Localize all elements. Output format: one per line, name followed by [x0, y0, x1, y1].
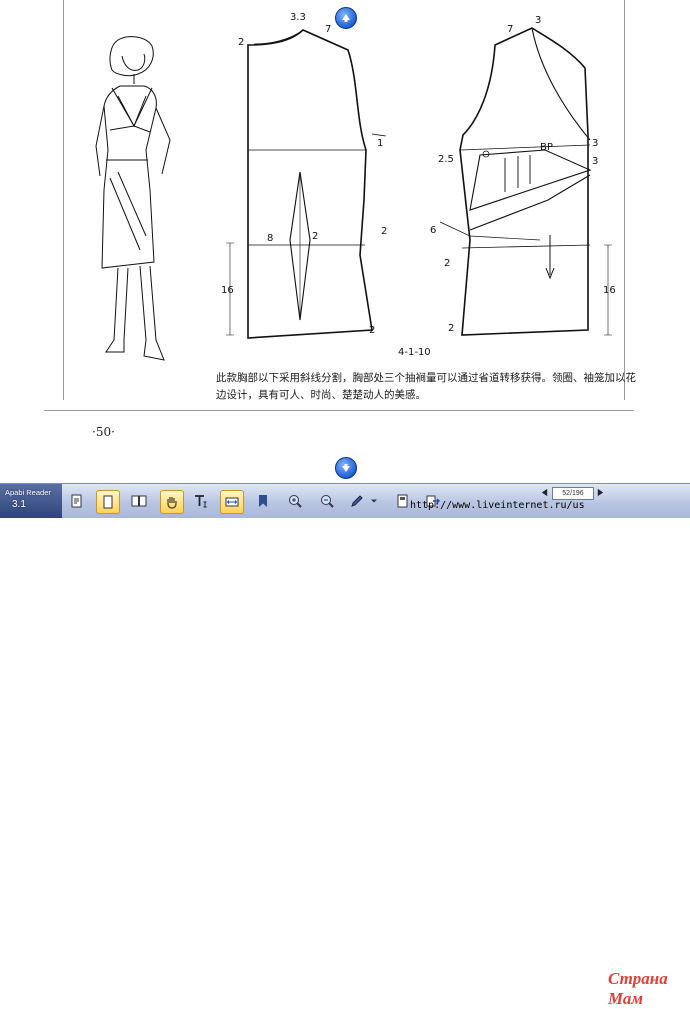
text-select-icon: [195, 495, 207, 508]
back-apex-top-label: 3: [592, 138, 599, 149]
front-neck-width-label: 3.3: [290, 12, 306, 23]
page-navigator: 52/196: [540, 487, 610, 500]
bookmark-button[interactable]: [252, 490, 274, 512]
url-text: http://www.liveinternet.ru/us: [410, 500, 585, 511]
back-side-label: 2: [444, 258, 451, 269]
front-side-label: 2: [381, 226, 388, 237]
open-file-icon: [71, 494, 82, 508]
front-shoulder-label: 7: [325, 24, 332, 35]
back-diagonal-label: 6: [430, 225, 437, 236]
document-page: 3.3 7 2 1 8 2 2 16 2 7 3 BP 3 3 2.5 6 2 …: [0, 0, 690, 483]
front-waist-left-label: 8: [267, 233, 274, 244]
zoom-out-button[interactable]: [316, 490, 338, 512]
arrow-down-icon: [342, 464, 350, 472]
hand-tool-icon: [167, 497, 177, 509]
pattern-illustration: [95, 27, 612, 361]
back-hem-label: 2: [448, 323, 455, 334]
two-page-icon: [131, 495, 147, 507]
back-shoulder-label: 7: [507, 24, 514, 35]
front-neck-drop-label: 2: [238, 37, 245, 48]
reader-toolbar: Apabi Reader 3.1 http://www.liveinternet…: [0, 483, 690, 1008]
page-field[interactable]: 52/196: [552, 487, 594, 500]
previous-page-icon[interactable]: [540, 488, 549, 497]
zoom-in-icon: [289, 495, 302, 508]
front-waist-dart-label: 2: [312, 231, 319, 242]
scroll-down-button[interactable]: [335, 457, 357, 479]
back-offset-label: 2.5: [438, 154, 454, 165]
fit-width-button[interactable]: [220, 490, 244, 514]
front-hem-label: 2: [369, 325, 376, 336]
right-pattern: [439, 27, 612, 336]
back-apex-bottom-label: 3: [592, 156, 599, 167]
site-watermark: Страна Мам: [608, 969, 668, 1008]
open-file-button[interactable]: [66, 490, 88, 512]
bookmark-icon: [259, 495, 267, 507]
app-name: Apabi Reader: [5, 488, 51, 497]
arrow-up-icon: [342, 14, 350, 22]
pen-icon: [351, 495, 363, 507]
pen-dropdown-button[interactable]: [368, 490, 380, 512]
front-hip-depth-label: 16: [221, 285, 234, 296]
app-version: 3.1: [12, 499, 26, 510]
chevron-down-icon: [371, 499, 377, 503]
front-pattern: [226, 29, 387, 339]
body-text: 此款胸部以下采用斜线分割，胸部处三个抽裥量可以通过省道转移获得。领圈、袖笼加以花…: [216, 372, 636, 401]
hand-tool-button[interactable]: [160, 490, 184, 514]
annotation-icon: [397, 494, 408, 508]
zoom-in-button[interactable]: [284, 490, 306, 512]
page-number: ·50·: [92, 425, 115, 439]
back-neck-label: 3: [535, 15, 542, 26]
back-hip-depth-label: 16: [603, 285, 616, 296]
single-page-icon: [103, 495, 113, 509]
single-page-button[interactable]: [96, 490, 120, 514]
figure-caption: 4-1-10: [398, 347, 431, 358]
scroll-up-button[interactable]: [335, 7, 357, 29]
two-page-button[interactable]: [128, 490, 150, 512]
front-armhole-label: 1: [377, 138, 384, 149]
zoom-out-icon: [321, 495, 334, 508]
bp-label: BP: [540, 142, 553, 153]
next-page-icon[interactable]: [596, 488, 605, 497]
text-select-button[interactable]: [190, 490, 212, 512]
pen-button[interactable]: [346, 490, 368, 512]
fashion-figure-sketch: [95, 36, 171, 361]
fit-width-icon: [225, 497, 239, 507]
